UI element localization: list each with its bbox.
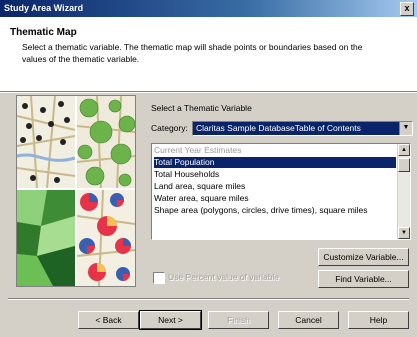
thematic-map-preview-image (16, 95, 136, 287)
category-label: Category: (151, 123, 188, 133)
page-title: Thematic Map (10, 27, 77, 38)
list-item[interactable]: Shape area (polygons, circles, drive tim… (154, 205, 368, 216)
help-button[interactable]: Help (348, 311, 409, 329)
select-variable-label: Select a Thematic Variable (151, 103, 252, 113)
category-dropdown[interactable]: Claritas Sample DatabaseTable of Content… (192, 121, 413, 136)
customize-variable-button[interactable]: Customize Variable... (318, 248, 409, 266)
footer-divider (8, 298, 409, 300)
list-item[interactable]: Total Households (154, 169, 219, 180)
header-divider (0, 92, 417, 93)
use-percent-label: Use Percent value of variable (168, 272, 280, 282)
close-icon[interactable]: x (400, 2, 414, 16)
scroll-down-icon[interactable]: ▼ (398, 227, 410, 239)
cancel-button[interactable]: Cancel (278, 311, 339, 329)
back-button[interactable]: < Back (78, 311, 139, 329)
scroll-thumb[interactable] (398, 158, 410, 172)
wizard-header: Thematic Map Select a thematic variable.… (0, 17, 417, 93)
category-value: Claritas Sample DatabaseTable of Content… (196, 123, 361, 133)
list-item[interactable]: Land area, square miles (154, 181, 245, 192)
list-item: Current Year Estimates (154, 145, 242, 155)
window-title: Study Area Wizard (4, 3, 84, 13)
thematic-variable-list[interactable]: Current Year Estimates Total Population … (151, 143, 411, 240)
scroll-up-icon[interactable]: ▲ (398, 144, 410, 156)
list-item[interactable]: Total Population (154, 157, 396, 168)
list-scrollbar[interactable]: ▲ ▼ (397, 144, 410, 239)
next-button[interactable]: Next > (139, 310, 202, 330)
list-item[interactable]: Water area, square miles (154, 193, 249, 204)
find-variable-button[interactable]: Find Variable... (318, 270, 409, 288)
chevron-down-icon[interactable]: ▼ (399, 122, 412, 135)
study-area-wizard-dialog: Study Area Wizard x Thematic Map Select … (0, 0, 417, 337)
map-illustration (17, 96, 135, 286)
use-percent-checkbox[interactable] (153, 272, 165, 284)
finish-button: Finish (208, 311, 269, 329)
title-bar[interactable]: Study Area Wizard x (0, 0, 417, 17)
page-description: Select a thematic variable. The thematic… (22, 42, 363, 64)
